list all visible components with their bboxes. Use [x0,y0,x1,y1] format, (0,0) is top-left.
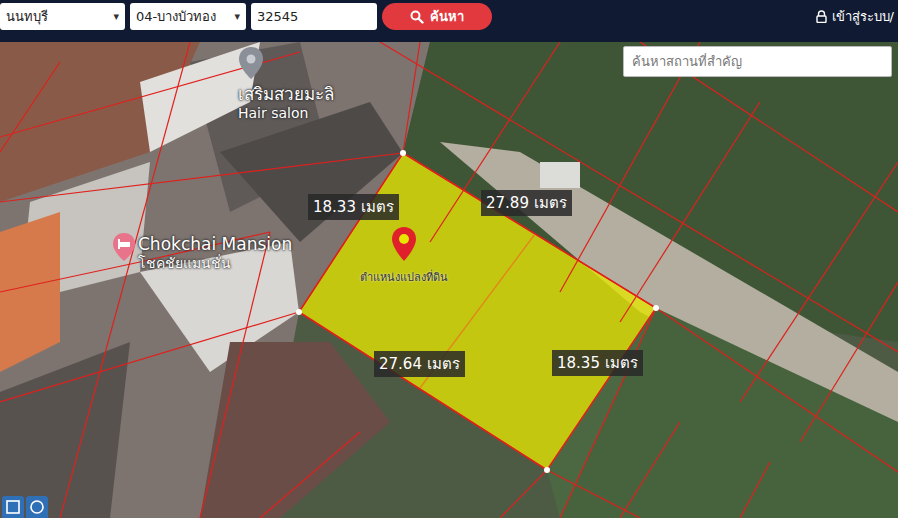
parcel-number-input[interactable]: 32545 [251,3,377,30]
satellite-image [0,42,898,518]
measurement-label: 27.64 เมตร [374,351,465,377]
map-place[interactable]: เสริมสวยมะลิHair salon [238,46,334,122]
map-place[interactable]: Chokchai Mansionโชคชัยแมนชั่น [112,232,292,272]
draw-tools [2,496,48,518]
parcel-polygon[interactable] [299,153,656,470]
measurement-label: 18.35 เมตร [552,350,643,376]
province-select[interactable]: นนทบุรี▾ [0,3,125,30]
map-view[interactable]: ค้นหาสถานที่สำคัญ เสริมสวยมะลิHair salon C… [0,42,898,518]
measurement-label: 18.33 เมตร [308,194,399,220]
parcel-marker[interactable]: ตำแหน่งแปลงที่ดิน [352,226,456,286]
search-button[interactable]: ค้นหา [382,3,492,30]
top-bar: นนทบุรี▾04-บางบัวทอง▾32545ค้นหา เข้าสู่ระ… [0,0,898,42]
land-map-page: นนทบุรี▾04-บางบัวทอง▾32545ค้นหา เข้าสู่ระ… [0,0,898,518]
circle-icon [29,499,45,515]
dropdown-icon: ▾ [234,10,240,23]
district-select[interactable]: 04-บางบัวทอง▾ [130,3,246,30]
draw-circle-button[interactable] [26,496,48,518]
square-icon [5,499,21,515]
measurement-label: 27.89 เมตร [481,190,572,216]
lock-icon [816,10,827,23]
login-link[interactable]: เข้าสู่ระบบ/ [816,3,894,30]
search-icon [410,10,424,24]
dropdown-icon: ▾ [113,10,119,23]
location-pin-icon [391,226,417,262]
draw-square-button[interactable] [2,496,24,518]
hotel-pin-icon [112,232,136,262]
place-search-input[interactable]: ค้นหาสถานที่สำคัญ [623,46,892,77]
place-pin-icon [238,46,264,80]
